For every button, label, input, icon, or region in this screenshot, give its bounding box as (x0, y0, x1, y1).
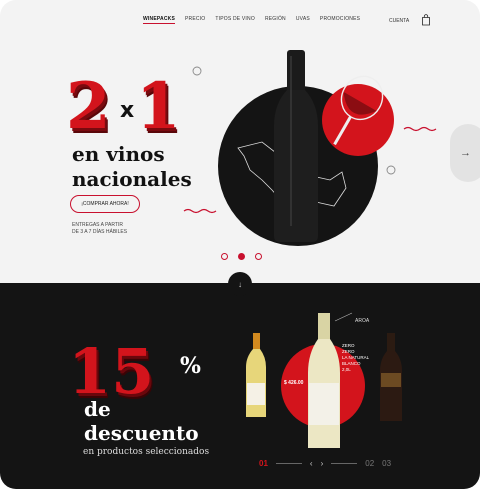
discount-section: 15 % de descuento en productos seleccion… (0, 283, 480, 489)
bottle-right (380, 333, 402, 421)
chevron-right-icon[interactable]: › (321, 459, 324, 468)
nav-link-region[interactable]: REGIÓN (265, 16, 286, 24)
page: WINEPACKS PRECIO TIPOS DE VINO REGIÓN UV… (0, 0, 480, 489)
pager-divider (275, 463, 302, 464)
bottle-left (246, 333, 266, 417)
slide-dots (221, 253, 262, 260)
hero-headline: en vinos nacionales (72, 142, 192, 192)
promo-number-two: 2 (66, 69, 111, 144)
discount-headline: de descuento (84, 397, 199, 445)
bottle-center (308, 313, 340, 448)
squiggle-2 (403, 126, 437, 132)
slide-dot-3[interactable] (255, 253, 262, 260)
delivery-note-line2: DE 3 A 7 DÍAS HÁBILES (72, 229, 128, 235)
product-pager: 01 ‹ › 02 03 (259, 459, 391, 468)
discount-number: 15 (68, 335, 155, 408)
discount-percent-sign: % (180, 353, 201, 379)
nav-link-uvas[interactable]: UVAS (296, 16, 310, 24)
slide-dot-2[interactable] (238, 253, 245, 260)
slide-dot-1[interactable] (221, 253, 228, 260)
pager-last[interactable]: 03 (382, 459, 391, 468)
scroll-down-button[interactable]: ↓ (228, 272, 252, 296)
discount-line1: de (84, 397, 111, 421)
product-desc-line: 2,0L (342, 367, 351, 372)
chevron-left-icon[interactable]: ‹ (310, 459, 313, 468)
hero-banner: 2 x 1 en vinos nacionales ¡COMPRAR AHORA… (0, 30, 480, 283)
hero-headline-line2: nacionales (72, 167, 192, 191)
shopping-bag-icon[interactable] (421, 14, 431, 26)
arrow-right-icon: → (460, 147, 471, 159)
nav-links: WINEPACKS PRECIO TIPOS DE VINO REGIÓN UV… (143, 16, 360, 24)
product-description: ZERO ZERO LA NATURAL BLANCO 2,0L (342, 343, 372, 373)
pager-current[interactable]: 01 (259, 459, 268, 468)
product-price: $ 426.00 (284, 380, 304, 386)
top-nav: WINEPACKS PRECIO TIPOS DE VINO REGIÓN UV… (0, 14, 480, 28)
next-slide-button[interactable]: → (450, 124, 480, 182)
nav-link-winepacks[interactable]: WINEPACKS (143, 16, 175, 24)
wine-bottle (274, 50, 318, 242)
delivery-note: ENTREGAS A PARTIR DE 3 A 7 DÍAS HÁBILES (72, 222, 152, 236)
delivery-note-line1: ENTREGAS A PARTIR (72, 222, 123, 228)
hero-headline-line1: en vinos (72, 142, 165, 166)
promo-x: x (120, 98, 135, 123)
buy-now-button[interactable]: ¡COMPRAR AHORA! (70, 195, 140, 213)
pager-next[interactable]: 02 (365, 459, 374, 468)
squiggle-1 (183, 208, 217, 214)
promo-number-one: 1 (136, 69, 181, 144)
arrow-down-icon: ↓ (238, 279, 242, 289)
nav-link-precio[interactable]: PRECIO (185, 16, 205, 24)
nav-link-tipos-de-vino[interactable]: TIPOS DE VINO (215, 16, 255, 24)
account-link[interactable]: CUENTA (389, 18, 409, 24)
discount-line2: descuento (84, 421, 199, 445)
discount-subtitle: en productos seleccionados (83, 447, 210, 457)
product-label: AROA (355, 318, 370, 324)
nav-link-promociones[interactable]: PROMOCIONES (320, 16, 360, 24)
pager-divider (331, 463, 358, 464)
